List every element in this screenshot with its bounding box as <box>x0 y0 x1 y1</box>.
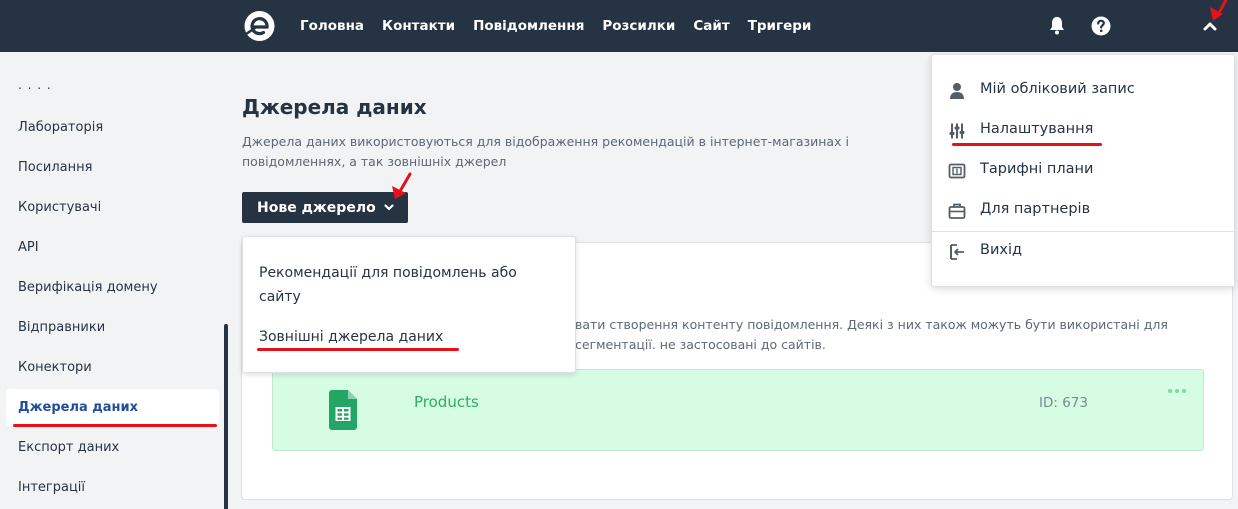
card-description: вати створення контенту повідомлення. Де… <box>575 317 1168 352</box>
page-description: Джерела даних використовуються для відоб… <box>242 134 849 169</box>
dropdown-item-recommendations[interactable]: Рекомендації для повідомлень або сайту <box>259 261 549 309</box>
page-title: Джерела даних <box>242 95 427 119</box>
sidebar-item-users[interactable]: Користувачі <box>6 189 219 226</box>
nav-campaigns[interactable]: Розсилки <box>602 18 675 34</box>
sidebar-item-integrations[interactable]: Інтеграції <box>6 469 219 506</box>
data-source-id: ID: 673 <box>1039 395 1088 411</box>
user-menu-item-pricing[interactable]: Тарифні плани <box>932 151 1234 191</box>
sidebar-item-api[interactable]: API <box>6 229 219 266</box>
user-icon <box>950 83 964 99</box>
data-source-name[interactable]: Products <box>414 393 479 411</box>
sidebar-item-senders[interactable]: Відправники <box>6 309 219 346</box>
new-source-button-label: Нове джерело <box>257 199 376 216</box>
data-source-item[interactable]: Products ID: 673 <box>272 369 1204 451</box>
pricing-icon <box>948 163 966 179</box>
user-menu-label-account: Мій обліковий запис <box>980 81 1135 97</box>
dropdown-item-external-sources[interactable]: Зовнішні джерела даних <box>259 325 549 349</box>
user-menu-item-logout[interactable]: Вихід <box>932 232 1234 272</box>
user-menu-label-partners: Для партнерів <box>980 201 1091 217</box>
google-sheets-icon <box>329 390 357 430</box>
nav-site[interactable]: Сайт <box>693 18 729 34</box>
main-nav: Головна Контакти Повідомлення Розсилки С… <box>300 0 829 52</box>
sidebar-item-data-export[interactable]: Експорт даних <box>6 429 219 466</box>
user-menu-label-settings: Налаштування <box>980 121 1094 137</box>
user-menu: Мій обліковий запис Налаштування Тарифні… <box>931 54 1235 287</box>
new-source-dropdown: Рекомендації для повідомлень або сайту З… <box>242 236 576 373</box>
logout-icon <box>950 244 964 260</box>
sidebar-scrollbar[interactable] <box>224 324 228 509</box>
sidebar-item-domain-verification[interactable]: Верифікація домену <box>6 269 219 306</box>
annotation-arrow-icon <box>1210 0 1228 21</box>
briefcase-icon <box>948 203 966 219</box>
nav-triggers[interactable]: Тригери <box>748 18 812 34</box>
sidebar-item-laboratory[interactable]: Лабораторія <box>6 109 219 146</box>
annotation-underline-settings <box>952 143 1102 146</box>
annotation-underline-data-sources <box>13 424 217 427</box>
annotation-arrow-icon <box>392 172 412 199</box>
help-icon[interactable] <box>1089 14 1113 38</box>
user-menu-item-account[interactable]: Мій обліковий запис <box>932 71 1234 111</box>
sidebar-item-data-sources[interactable]: Джерела даних <box>6 389 219 426</box>
chevron-down-icon <box>384 204 394 211</box>
nav-home[interactable]: Головна <box>300 18 364 34</box>
esputnik-logo-icon[interactable] <box>243 10 276 42</box>
sidebar-item-links[interactable]: Посилання <box>6 149 219 186</box>
settings-sidebar: . . . . Лабораторія Посилання Користувач… <box>0 52 232 509</box>
bell-icon[interactable] <box>1045 14 1069 38</box>
sidebar-cut-off-text: . . . . <box>18 78 52 92</box>
sidebar-item-connectors[interactable]: Конектори <box>6 349 219 386</box>
more-options-icon[interactable] <box>1167 386 1187 400</box>
nav-contacts[interactable]: Контакти <box>382 18 455 34</box>
settings-sliders-icon <box>949 123 965 139</box>
user-menu-item-partners[interactable]: Для партнерів <box>932 191 1234 231</box>
nav-messages[interactable]: Повідомлення <box>473 18 584 34</box>
user-menu-label-pricing: Тарифні плани <box>980 161 1094 177</box>
top-navigation-bar: Головна Контакти Повідомлення Розсилки С… <box>0 0 1238 52</box>
annotation-underline-external-sources <box>257 348 459 351</box>
new-source-button[interactable]: Нове джерело <box>242 192 408 223</box>
user-menu-label-logout: Вихід <box>980 242 1023 258</box>
